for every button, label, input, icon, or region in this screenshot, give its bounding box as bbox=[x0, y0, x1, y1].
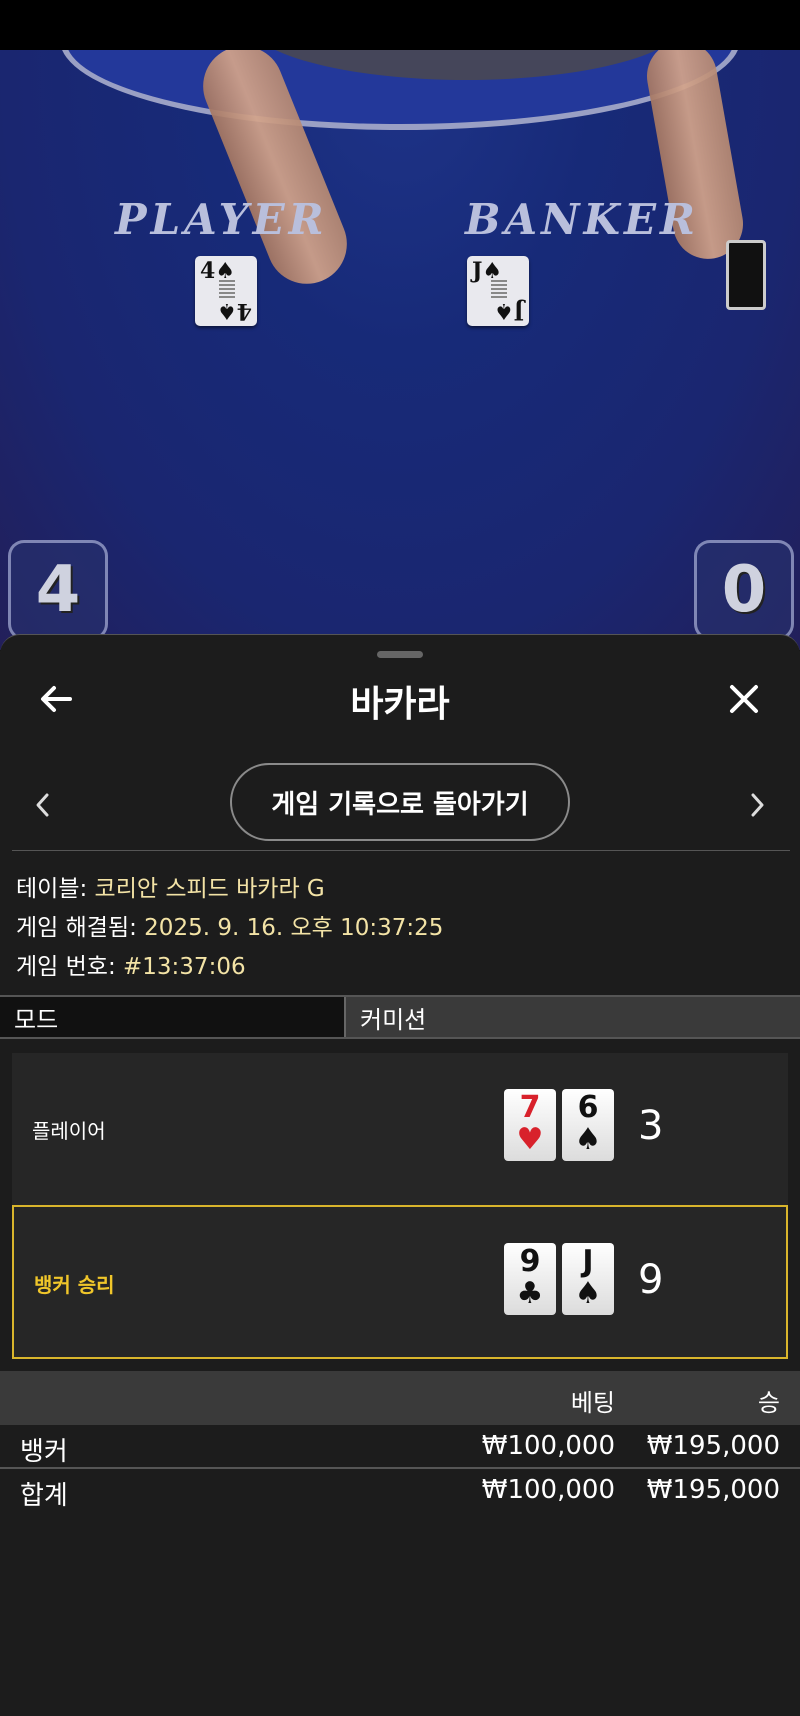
win-column-header: 승 bbox=[757, 1389, 780, 1417]
banker-table-label: BANKER bbox=[465, 195, 699, 244]
game-number-info: 게임 번호: #13:37:06 bbox=[16, 954, 246, 980]
hand-name: 플레이어 bbox=[32, 1119, 106, 1143]
divider bbox=[12, 850, 790, 851]
player-score-display: 4 bbox=[8, 540, 108, 640]
felt-player-card: 4♠ 4♠ bbox=[195, 256, 257, 326]
table-rail bbox=[60, 50, 740, 130]
row-name: 뱅커 bbox=[20, 1437, 68, 1467]
chevron-right-icon[interactable] bbox=[742, 785, 772, 825]
banker-hand-row: 뱅커 승리 9 ♣ J ♠ 9 bbox=[12, 1205, 788, 1359]
results-header: 베팅 승 bbox=[0, 1371, 800, 1425]
playing-card: 9 ♣ bbox=[504, 1243, 556, 1315]
row-name: 합계 bbox=[20, 1481, 68, 1511]
playing-card: 7 ♥ bbox=[504, 1089, 556, 1161]
hand-score: 3 bbox=[638, 1103, 664, 1149]
card-shoe bbox=[726, 240, 766, 310]
table-info: 테이블: 코리안 스피드 바카라 G bbox=[16, 876, 325, 902]
bet-column-header: 베팅 bbox=[570, 1389, 615, 1417]
player-table-label: PLAYER bbox=[115, 195, 328, 244]
table-row: 합계 ₩100,000 ₩195,000 bbox=[0, 1469, 800, 1511]
close-icon[interactable] bbox=[724, 679, 764, 719]
table-row: 뱅커 ₩100,000 ₩195,000 bbox=[0, 1425, 800, 1467]
mode-value: 커미션 bbox=[346, 997, 800, 1037]
row-bet: ₩100,000 bbox=[481, 1475, 615, 1505]
player-hand-row: 플레이어 7 ♥ 6 ♠ 3 bbox=[12, 1053, 788, 1207]
back-to-history-button[interactable]: 게임 기록으로 돌아가기 bbox=[230, 763, 570, 841]
playing-card: 6 ♠ bbox=[562, 1089, 614, 1161]
felt-banker-card: J♠ J♠ bbox=[467, 256, 529, 326]
hand-score: 9 bbox=[638, 1257, 664, 1303]
row-win: ₩195,000 bbox=[646, 1431, 780, 1461]
row-win: ₩195,000 bbox=[646, 1475, 780, 1505]
game-detail-sheet: 바카라 게임 기록으로 돌아가기 테이블: 코리안 스피드 바카라 G 게임 해… bbox=[0, 634, 800, 1716]
hand-name: 뱅커 승리 bbox=[34, 1273, 115, 1297]
live-video-feed: PLAYER BANKER 4♠ 4♠ J♠ J♠ 4 0 bbox=[0, 50, 800, 650]
playing-card: J ♠ bbox=[562, 1243, 614, 1315]
banker-score-display: 0 bbox=[694, 540, 794, 640]
row-bet: ₩100,000 bbox=[481, 1431, 615, 1461]
page-title: 바카라 bbox=[350, 684, 450, 725]
mode-bar: 모드 커미션 bbox=[0, 995, 800, 1039]
drag-handle[interactable] bbox=[377, 651, 423, 658]
chevron-left-icon[interactable] bbox=[28, 785, 58, 825]
status-bar bbox=[0, 0, 800, 50]
resolved-info: 게임 해결됨: 2025. 9. 16. 오후 10:37:25 bbox=[16, 915, 444, 941]
mode-label: 모드 bbox=[0, 997, 346, 1037]
